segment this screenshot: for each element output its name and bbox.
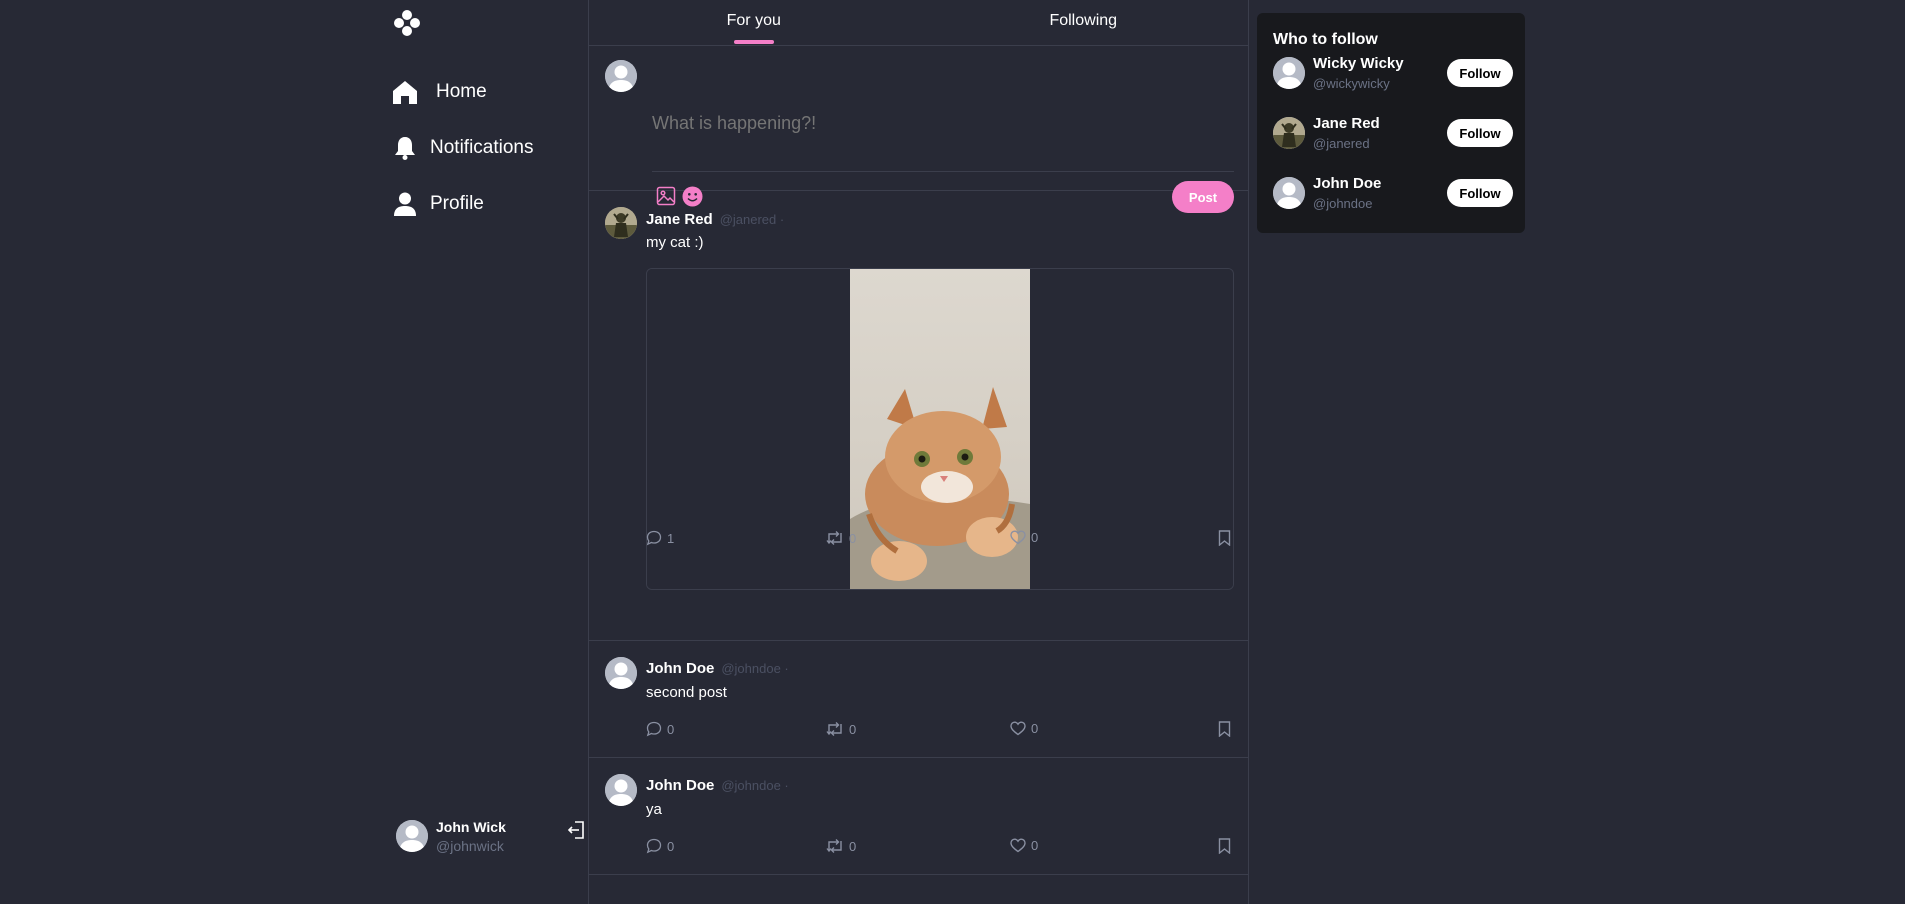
heart-icon [1010,721,1026,736]
current-user-card[interactable]: John Wick @johnwick [396,816,586,856]
nav-item-label: Home [436,81,487,102]
post-handle: @johndoe · [721,661,789,676]
comment-button[interactable]: 0 [646,838,674,854]
tab-for-you[interactable]: For you [589,0,919,46]
post-handle: @johndoe · [721,778,789,793]
comment-button[interactable]: 1 [646,530,674,546]
bookmark-icon [1218,838,1231,854]
repost-button[interactable]: 0 [826,721,856,737]
post-author[interactable]: John Doe [646,777,714,794]
suggestion-item[interactable]: Wicky Wicky @wickywicky Follow [1273,55,1513,91]
post-item[interactable]: Jane Red @janered · my cat :) 1 0 0 [589,191,1248,641]
suggestion-handle: @wickywicky [1313,76,1390,91]
suggestion-item[interactable]: Jane Red @janered Follow [1273,115,1513,151]
tab-following[interactable]: Following [919,0,1249,46]
current-user-handle: @johnwick [436,837,504,854]
comment-count: 0 [667,838,675,854]
comment-button[interactable]: 0 [646,721,674,737]
like-button[interactable]: 0 [1010,721,1038,736]
repost-icon [826,839,842,853]
suggestion-handle: @janered [1313,136,1370,151]
repost-icon [826,531,842,545]
logout-icon[interactable] [566,820,588,842]
user-icon [390,189,420,219]
repost-button[interactable]: 0 [826,838,856,854]
post-item[interactable]: John Doe @johndoe · second post 0 0 0 [589,641,1248,758]
avatar [605,774,637,806]
comment-count: 1 [667,530,675,546]
comment-count: 0 [667,721,675,737]
repost-count: 0 [849,721,857,737]
composer-divider [652,171,1234,172]
bookmark-button[interactable] [1218,530,1231,546]
nav-item-label: Profile [430,193,484,214]
follow-button[interactable]: Follow [1447,119,1513,147]
nav-item-profile[interactable]: Profile [380,176,588,232]
post-text: my cat :) [646,234,704,251]
suggestion-name: John Doe [1313,175,1382,192]
bookmark-button[interactable] [1218,838,1231,854]
who-to-follow-panel: Who to follow Wicky Wicky @wickywicky Fo… [1257,13,1525,233]
app-logo-icon[interactable] [392,8,422,38]
post-author[interactable]: Jane Red [646,211,713,228]
avatar [605,60,637,92]
repost-icon [826,722,842,736]
post-actions: 1 0 0 [646,530,1234,550]
bookmark-icon [1218,530,1231,546]
post-text: ya [646,801,662,818]
avatar [1273,177,1305,209]
comment-icon [646,530,662,546]
home-icon [390,77,420,107]
post-composer: Post [589,46,1248,213]
app: Home Notifications Profile John Wick @jo… [0,0,1905,904]
heart-icon [1010,530,1026,545]
post-item[interactable]: John Doe @johndoe · ya 0 0 0 [589,758,1248,875]
avatar [396,820,428,852]
bell-icon [390,133,420,163]
avatar [605,657,637,689]
repost-button[interactable]: 0 [826,530,856,546]
active-tab-indicator [734,40,774,44]
heart-icon [1010,838,1026,853]
avatar [1273,117,1305,149]
comment-icon [646,721,662,737]
main-nav: Home Notifications Profile [380,64,588,232]
repost-count: 0 [849,530,857,546]
left-sidebar: Home Notifications Profile John Wick @jo… [380,0,588,904]
avatar [1273,57,1305,89]
like-button[interactable]: 0 [1010,838,1038,853]
suggestion-item[interactable]: John Doe @johndoe Follow [1273,175,1513,211]
follow-button[interactable]: Follow [1447,59,1513,87]
compose-input[interactable] [652,108,1232,138]
bookmark-icon [1218,721,1231,737]
post-author[interactable]: John Doe [646,660,714,677]
post-text: second post [646,684,727,701]
feed-tabs: For you Following [589,0,1248,46]
post-actions: 0 0 0 [646,721,1234,741]
post-actions: 0 0 0 [646,838,1234,858]
bookmark-button[interactable] [1218,721,1231,737]
like-button[interactable]: 0 [1010,530,1038,545]
like-count: 0 [1031,838,1039,853]
post-handle: @janered · [719,212,785,227]
repost-count: 0 [849,838,857,854]
main-feed: For you Following What is happening?! Po… [588,0,1249,904]
current-user-name: John Wick [436,818,506,835]
suggestion-name: Wicky Wicky [1313,55,1404,72]
panel-title: Who to follow [1273,31,1378,48]
follow-button[interactable]: Follow [1447,179,1513,207]
suggestion-name: Jane Red [1313,115,1380,132]
like-count: 0 [1031,530,1039,545]
nav-item-notifications[interactable]: Notifications [380,120,588,176]
suggestion-handle: @johndoe [1313,196,1373,211]
comment-icon [646,838,662,854]
like-count: 0 [1031,721,1039,736]
tab-label: Following [1049,12,1118,29]
nav-item-home[interactable]: Home [380,64,588,120]
avatar [605,207,637,239]
nav-item-label: Notifications [430,137,534,158]
